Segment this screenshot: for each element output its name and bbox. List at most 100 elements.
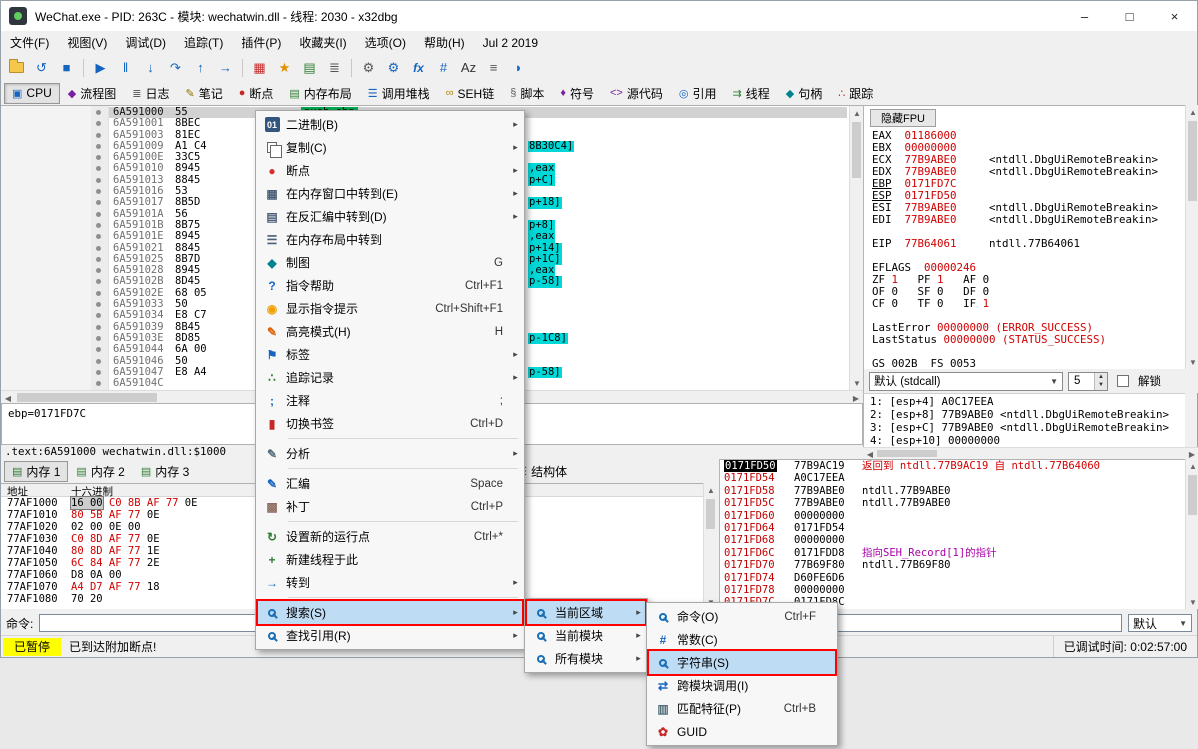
scroll-thumb[interactable]: [1188, 121, 1197, 201]
step-over-icon[interactable]: ↷: [163, 56, 188, 79]
dump-tab-memory-3[interactable]: ▤内存 3: [133, 461, 197, 482]
menu-item-analysis[interactable]: ✎分析▸: [258, 442, 522, 465]
tab-cpu[interactable]: ▣CPU: [4, 83, 60, 104]
breakpoint-dot[interactable]: [96, 189, 101, 194]
menu-item-binary[interactable]: 01二进制(B)▸: [258, 113, 522, 136]
menu-item-label[interactable]: ⚑标签▸: [258, 343, 522, 366]
scroll-up-icon[interactable]: ▲: [1186, 459, 1198, 473]
tab-references[interactable]: ◎引用: [671, 83, 725, 104]
scroll-up-icon[interactable]: ▲: [850, 106, 864, 120]
tab-trace[interactable]: ∴跟踪: [830, 83, 881, 104]
menubar-item-plugins[interactable]: 插件(P): [232, 31, 290, 54]
breakpoint-dot[interactable]: [96, 212, 101, 217]
menu-item-search-intermodular-calls[interactable]: ⇄跨模块调用(I): [649, 674, 835, 697]
help-chat-icon[interactable]: ◗: [506, 56, 531, 79]
tab-log[interactable]: ≣日志: [124, 83, 177, 104]
menubar-item-favourites[interactable]: 收藏夹(I): [290, 31, 355, 54]
menu-item-search-constant[interactable]: #常数(C): [649, 628, 835, 651]
stop-icon[interactable]: ■: [54, 56, 79, 79]
stack-row[interactable]: 0171FD6000000000: [720, 510, 1185, 522]
menubar-item-trace[interactable]: 追踪(T): [175, 31, 232, 54]
stack-row[interactable]: 0171FD7077B69F80ntdll.77B69F80: [720, 559, 1185, 571]
run-icon[interactable]: ▶: [88, 56, 113, 79]
breakpoint-dot[interactable]: [96, 381, 101, 386]
scroll-up-icon[interactable]: ▲: [704, 483, 718, 497]
tab-memory-map[interactable]: ▤内存布局: [281, 83, 359, 104]
scroll-thumb[interactable]: [17, 393, 157, 402]
register-row[interactable]: CF 0 TF 0 IF 1: [872, 298, 1183, 310]
breakpoint-dot[interactable]: [96, 133, 101, 138]
menu-item-show-instruction-tips[interactable]: ◉显示指令提示Ctrl+Shift+F1: [258, 297, 522, 320]
menu-item-set-new-origin[interactable]: ↻设置新的运行点Ctrl+*: [258, 525, 522, 548]
stepper-up-icon[interactable]: ▲: [1095, 373, 1107, 382]
menu-item-goto-memory-map[interactable]: ☰在内存布局中转到: [258, 228, 522, 251]
scroll-up-icon[interactable]: ▲: [1186, 105, 1198, 119]
menu-item-search-command[interactable]: 命令(O)Ctrl+F: [649, 605, 835, 628]
close-button[interactable]: ×: [1152, 1, 1197, 31]
menu-item-trace-record[interactable]: ∴追踪记录▸: [258, 366, 522, 389]
settings-icon[interactable]: ⚙: [356, 56, 381, 79]
menu-item-copy[interactable]: 复制(C)▸: [258, 136, 522, 159]
unlock-checkbox[interactable]: [1117, 375, 1129, 387]
command-profile-select[interactable]: 默认 ▼: [1128, 614, 1192, 632]
stack-row[interactable]: 0171FD5077B9AC19返回到 ntdll.77B9AC19 自 ntd…: [720, 460, 1185, 472]
stack-row[interactable]: 0171FD74D60FE6D6: [720, 572, 1185, 584]
memory-map-icon[interactable]: ▤: [297, 56, 322, 79]
stack-row[interactable]: 0171FD6800000000: [720, 534, 1185, 546]
menu-item-instruction-help[interactable]: ?指令帮助Ctrl+F1: [258, 274, 522, 297]
maximize-button[interactable]: □: [1107, 1, 1152, 31]
menu-item-goto-disassembly[interactable]: ▤在反汇编中转到(D)▸: [258, 205, 522, 228]
breakpoint-dot[interactable]: [96, 302, 101, 307]
tab-call-stack[interactable]: ☰调用堆栈: [360, 83, 438, 104]
tab-script[interactable]: §脚本: [502, 83, 552, 104]
argument-row[interactable]: 2: [esp+8] 77B9ABE0 <ntdll.DbgUiRemoteBr…: [870, 408, 1185, 421]
favourites-icon[interactable]: ★: [272, 56, 297, 79]
breakpoint-dot[interactable]: [96, 246, 101, 251]
menu-item-goto-memory-window[interactable]: ▦在内存窗口中转到(E)▸: [258, 182, 522, 205]
dump-v-scrollbar[interactable]: ▲ ▼: [703, 483, 717, 609]
menu-item-search-string[interactable]: 字符串(S): [649, 651, 835, 674]
scroll-thumb[interactable]: [706, 499, 715, 529]
dump-tab-memory-1[interactable]: ▤内存 1: [4, 461, 68, 482]
breakpoint-dot[interactable]: [96, 347, 101, 352]
menu-item-toggle-bookmark[interactable]: ▮切换书签Ctrl+D: [258, 412, 522, 435]
breakpoint-dot[interactable]: [96, 234, 101, 239]
register-row[interactable]: GS 002B FS 0053: [872, 358, 1183, 369]
breakpoint-dot[interactable]: [96, 268, 101, 273]
breakpoint-dot[interactable]: [96, 121, 101, 126]
tab-seh-chain[interactable]: ∞SEH链: [438, 83, 503, 104]
breakpoint-dot[interactable]: [96, 279, 101, 284]
step-into-icon[interactable]: ↓: [138, 56, 163, 79]
stack-row[interactable]: 0171FD7800000000: [720, 584, 1185, 596]
tab-symbols[interactable]: ♦符号: [552, 83, 602, 104]
scroll-thumb[interactable]: [852, 122, 861, 178]
stepper-buttons[interactable]: ▲▼: [1094, 373, 1107, 390]
appearance-icon[interactable]: ⚙: [381, 56, 406, 79]
argument-row[interactable]: 4: [esp+10] 00000000: [870, 434, 1185, 447]
menubar-item-options[interactable]: 选项(O): [356, 31, 415, 54]
menu-item-patch[interactable]: ▩补丁Ctrl+P: [258, 495, 522, 518]
breakpoint-dot[interactable]: [96, 178, 101, 183]
menubar-item-view[interactable]: 视图(V): [58, 31, 116, 54]
menu-item-goto[interactable]: →转到▸: [258, 571, 522, 594]
menubar-item-build-date[interactable]: Jul 2 2019: [474, 33, 547, 53]
run-to-user-code-icon[interactable]: →: [213, 56, 238, 79]
menubar-item-debug[interactable]: 调试(D): [116, 31, 175, 54]
scroll-down-icon[interactable]: ▼: [850, 376, 864, 390]
execute-till-return-icon[interactable]: ↑: [188, 56, 213, 79]
breakpoint-dot[interactable]: [96, 370, 101, 375]
calling-convention-select[interactable]: 默认 (stdcall) ▼: [869, 372, 1063, 391]
argument-row[interactable]: 3: [esp+C] 77B9ABE0 <ntdll.DbgUiRemoteBr…: [870, 421, 1185, 434]
stack-row[interactable]: 0171FD640171FD54: [720, 522, 1185, 534]
menu-item-current-region[interactable]: 当前区域▸: [527, 601, 645, 624]
menu-item-search[interactable]: 搜索(S)▸: [258, 601, 522, 624]
minimize-button[interactable]: –: [1062, 1, 1107, 31]
log-icon[interactable]: ≣: [322, 56, 347, 79]
arguments-pane[interactable]: 1: [esp+4] A0C17EEA2: [esp+8] 77B9ABE0 <…: [863, 393, 1185, 447]
menu-item-search-guid[interactable]: ✿GUID: [649, 720, 835, 743]
breakpoint-dot[interactable]: [96, 155, 101, 160]
hide-fpu-button[interactable]: 隐藏FPU: [870, 109, 936, 127]
menu-item-find-references[interactable]: 查找引用(R)▸: [258, 624, 522, 647]
tab-source[interactable]: <>源代码: [602, 83, 671, 104]
case-convert-icon[interactable]: Az: [456, 56, 481, 79]
